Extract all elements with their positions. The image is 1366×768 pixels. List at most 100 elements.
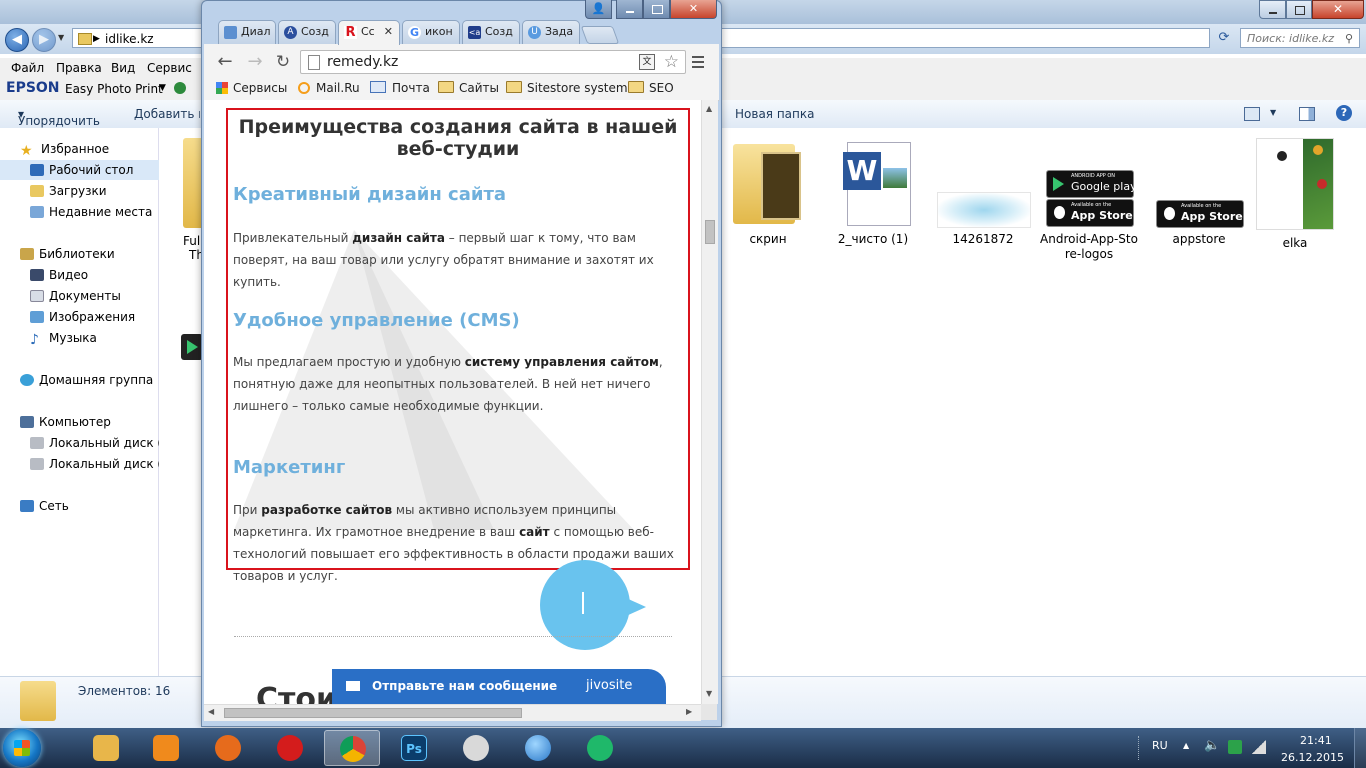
epson-easy-photo-print[interactable]: Easy Photo Print: [65, 82, 163, 96]
taskbar-media-player[interactable]: [138, 730, 194, 766]
tab-create-1[interactable]: A Созд: [278, 20, 336, 44]
translate-icon[interactable]: 文: [639, 54, 655, 70]
breadcrumb-current[interactable]: idlike.kz: [105, 32, 154, 46]
explorer-close-button[interactable]: ✕: [1312, 0, 1364, 19]
file-item-partial[interactable]: Full Th: [183, 138, 204, 262]
chrome-menu-button[interactable]: [690, 54, 706, 70]
bookmark-mail[interactable]: Почта: [370, 81, 430, 95]
file-item-folder[interactable]: скрин: [718, 138, 818, 246]
preview-pane-icon[interactable]: [1299, 107, 1315, 121]
help-icon[interactable]: ?: [1336, 105, 1352, 121]
omnibox-url[interactable]: remedy.kz: [327, 54, 398, 70]
start-button[interactable]: [3, 729, 41, 767]
tab-dialog[interactable]: Диал: [218, 20, 276, 44]
chrome-close-button[interactable]: ✕: [670, 0, 717, 19]
chrome-minimize-button[interactable]: [616, 0, 643, 19]
file-item-image[interactable]: 14261872: [933, 138, 1033, 246]
documents-library-icon: [30, 290, 44, 302]
scroll-up-icon[interactable]: ▲: [706, 104, 712, 113]
tab-create-2[interactable]: <a Созд: [462, 20, 520, 44]
favicon-chat-icon: [224, 26, 237, 39]
scroll-down-icon[interactable]: ▼: [706, 689, 712, 698]
bookmark-mailru[interactable]: Mail.Ru: [298, 81, 360, 95]
explorer-search-input[interactable]: Поиск: idlike.kz ⚲: [1240, 28, 1360, 48]
tab-tasks[interactable]: U Зада: [522, 20, 580, 44]
chrome-user-button[interactable]: 👤: [585, 0, 612, 19]
bookmark-services[interactable]: Сервисы: [216, 81, 287, 95]
horizontal-scroll-thumb[interactable]: [224, 708, 522, 718]
tab-remedy-active[interactable]: R Сс ✕: [338, 20, 400, 45]
taskbar-firefox[interactable]: [200, 730, 256, 766]
vertical-scrollbar[interactable]: ▲ ▼: [701, 100, 718, 704]
chrome-maximize-button[interactable]: [643, 0, 670, 19]
text-run: При: [233, 503, 262, 517]
bookmark-sitestore[interactable]: Sitestore systems: [506, 81, 634, 95]
vertical-scroll-thumb[interactable]: [705, 220, 715, 244]
taskbar-chrome[interactable]: [324, 730, 380, 766]
favicon-a-icon: A: [284, 26, 297, 39]
show-hidden-icons[interactable]: ▲: [1183, 741, 1189, 750]
badge-text: App Store: [1181, 210, 1243, 223]
menu-tools[interactable]: Сервис: [147, 61, 192, 75]
menu-edit[interactable]: Правка: [56, 61, 102, 75]
explorer-maximize-button[interactable]: [1286, 0, 1312, 19]
file-item-image[interactable]: elka: [1245, 138, 1345, 250]
chrome-back-button[interactable]: ←: [214, 51, 236, 73]
chrome-reload-button[interactable]: ↻: [272, 51, 294, 73]
tab-close-icon[interactable]: ✕: [384, 21, 393, 43]
file-item-image[interactable]: Available on the App Store appstore: [1149, 138, 1249, 246]
network-signal-icon[interactable]: [1252, 740, 1266, 754]
bookmark-seo[interactable]: SEO: [628, 81, 674, 95]
apple-icon: [1054, 206, 1065, 219]
taskbar-atom[interactable]: [572, 730, 628, 766]
scroll-right-icon[interactable]: ▶: [686, 707, 692, 716]
bookmark-star-icon[interactable]: ☆: [664, 51, 679, 73]
new-tab-button[interactable]: [580, 26, 620, 44]
horizontal-scrollbar[interactable]: ◀ ▶: [204, 704, 701, 721]
organize-button[interactable]: Упорядочить ▾: [18, 107, 100, 128]
chrome-forward-button[interactable]: →: [244, 51, 266, 73]
chevron-down-icon[interactable]: ▼: [1270, 108, 1276, 117]
nav-homegroup[interactable]: Домашняя группа: [0, 370, 178, 390]
jivosite-chat-button[interactable]: Отправьте нам сообщение jivosite: [332, 669, 666, 704]
explorer-minimize-button[interactable]: [1259, 0, 1286, 19]
nav-network[interactable]: Сеть: [0, 496, 178, 516]
taskbar-opera[interactable]: [262, 730, 318, 766]
change-view-icon[interactable]: [1244, 107, 1260, 121]
new-folder-button[interactable]: Новая папка: [735, 107, 814, 121]
clock-time[interactable]: 21:41: [1300, 734, 1332, 747]
add-to-button[interactable]: Добавить в б: [134, 107, 200, 121]
file-item-image[interactable]: ANDROID APP ON Google play Available on …: [1039, 138, 1139, 262]
tab-icons[interactable]: G икон: [402, 20, 460, 44]
language-indicator[interactable]: RU: [1152, 739, 1168, 752]
menu-view[interactable]: Вид: [111, 61, 135, 75]
chevron-down-icon[interactable]: ▼: [159, 83, 166, 93]
printer-icon[interactable]: [174, 82, 186, 94]
history-dropdown-icon[interactable]: ▼: [58, 33, 64, 42]
tray-app-icon[interactable]: [1228, 740, 1242, 754]
clock-date[interactable]: 26.12.2015: [1281, 751, 1344, 764]
file-item-word-document[interactable]: W 2_чисто (1): [823, 138, 923, 246]
text-run: Мы предлагаем простую и удобную: [233, 355, 465, 369]
taskbar-photoshop[interactable]: Ps: [386, 730, 442, 766]
taskbar-paint[interactable]: [448, 730, 504, 766]
section-title-design: Креативный дизайн сайта: [233, 184, 507, 205]
bookmark-sites[interactable]: Сайты: [438, 81, 499, 95]
homegroup-icon: [20, 374, 34, 386]
scroll-left-icon[interactable]: ◀: [208, 707, 214, 716]
chrome-omnibox[interactable]: remedy.kz 文 ☆: [300, 50, 686, 74]
play-store-icon[interactable]: [181, 334, 203, 360]
forward-button[interactable]: ▶: [32, 28, 56, 52]
nav-libraries[interactable]: Библиотеки: [0, 244, 178, 264]
bookmark-label: SEO: [649, 81, 674, 95]
arrow-right-icon: ▶: [39, 32, 49, 47]
taskbar-browser[interactable]: [510, 730, 566, 766]
refresh-icon[interactable]: ⟳: [1214, 30, 1234, 46]
menu-file[interactable]: Файл: [11, 61, 44, 75]
nav-computer[interactable]: Компьютер: [0, 412, 178, 432]
nav-favorites[interactable]: ★ Избранное: [0, 139, 178, 159]
show-desktop-button[interactable]: [1354, 728, 1366, 768]
taskbar-explorer[interactable]: [78, 730, 134, 766]
volume-icon[interactable]: 🔈: [1204, 738, 1220, 753]
back-button[interactable]: ◀: [5, 28, 29, 52]
